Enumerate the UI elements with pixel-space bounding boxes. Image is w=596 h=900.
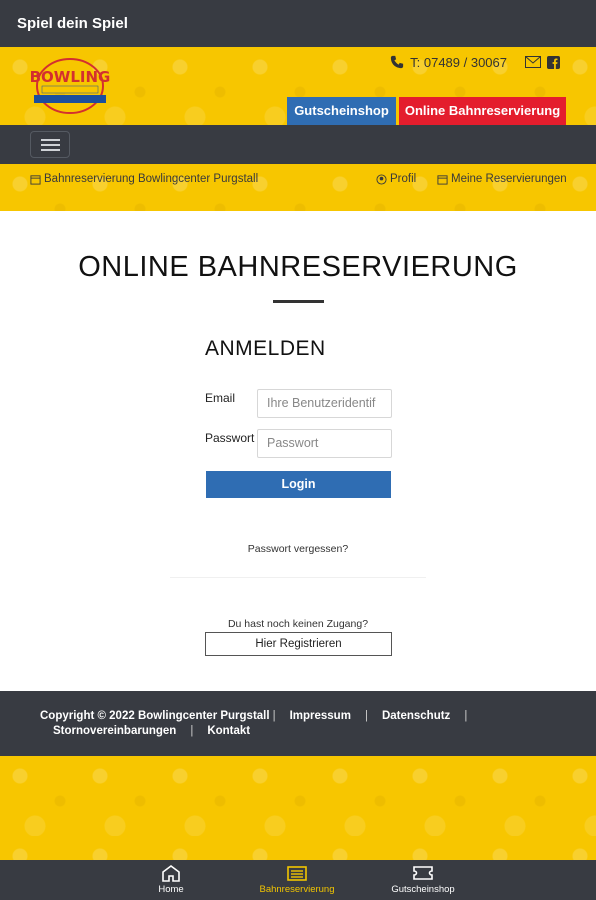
subnav-reservation-label: Bahnreservierung Bowlingcenter Purgstall <box>44 173 259 185</box>
imprint-link[interactable]: Impressum <box>290 710 351 722</box>
forgot-password-link[interactable]: Passwort vergessen? <box>0 543 596 555</box>
subnav-my-reservations-label: Meine Reservierungen <box>451 173 567 185</box>
bowling-logo[interactable]: BOWLING <box>28 57 112 115</box>
login-heading: ANMELDEN <box>205 337 326 360</box>
password-field[interactable]: Passwort <box>257 429 392 458</box>
hamburger-icon <box>41 139 60 141</box>
subnav-profile-label: Profil <box>390 173 417 185</box>
decorative-background <box>0 756 596 860</box>
online-reservation-button[interactable]: Online Bahnreservierung <box>399 97 566 125</box>
email-label: Email <box>205 391 236 405</box>
mail-icon[interactable] <box>525 56 541 68</box>
divider <box>170 577 426 578</box>
bottom-nav-reservation-label: Bahnreservierung <box>259 884 335 895</box>
privacy-link[interactable]: Datenschutz <box>382 710 450 722</box>
contact-bar: T: 07489 / 30067 <box>390 53 560 71</box>
bottom-nav-voucher[interactable]: Gutscheinshop <box>373 864 473 895</box>
sub-navigation: Bahnreservierung Bowlingcenter Purgstall… <box>0 164 596 211</box>
site-footer: Copyright © 2022 Bowlingcenter Purgstall… <box>0 691 596 756</box>
bottom-nav-home[interactable]: Home <box>121 864 221 895</box>
no-access-text: Du hast noch keinen Zugang? <box>227 618 369 630</box>
svg-text:BOWLING: BOWLING <box>30 68 111 86</box>
contact-link[interactable]: Kontakt <box>207 725 250 737</box>
bottom-nav-voucher-label: Gutscheinshop <box>391 884 455 895</box>
bottom-nav-home-label: Home <box>158 884 184 895</box>
register-button[interactable]: Hier Registrieren <box>205 632 392 656</box>
cancellation-policy-link[interactable]: Stornovereinbarungen <box>53 725 176 737</box>
main-navbar <box>0 125 596 164</box>
copyright-text: Copyright © 2022 Bowlingcenter Purgstall <box>40 710 270 722</box>
user-icon <box>376 173 387 185</box>
subnav-reservation-link[interactable]: Bahnreservierung Bowlingcenter Purgstall <box>30 173 258 185</box>
calendar-icon <box>30 174 41 185</box>
calendar-icon <box>437 174 448 185</box>
voucher-shop-button[interactable]: Gutscheinshop <box>287 97 396 125</box>
login-section: ONLINE BAHNRESERVIERUNG ANMELDEN Email I… <box>0 211 596 691</box>
email-field[interactable]: Ihre Benutzeridentif <box>257 389 392 418</box>
reservation-icon <box>287 866 307 881</box>
phone-number[interactable]: T: 07489 / 30067 <box>410 55 507 70</box>
facebook-icon[interactable] <box>547 55 560 69</box>
app-title: Spiel dein Spiel <box>0 0 596 47</box>
password-label: Passwort <box>205 431 255 445</box>
menu-toggle-button[interactable] <box>30 131 70 158</box>
subnav-profile-link[interactable]: Profil <box>376 173 416 185</box>
page-title: ONLINE BAHNRESERVIERUNG <box>78 251 518 283</box>
bottom-nav-reservation[interactable]: Bahnreservierung <box>247 864 347 895</box>
site-header: BOWLING T: 07489 / 30067 Gutscheinshop O… <box>0 47 596 125</box>
title-underline <box>273 300 324 303</box>
subnav-my-reservations-link[interactable]: Meine Reservierungen <box>437 173 567 185</box>
phone-icon <box>391 55 404 69</box>
bottom-navigation: Home Bahnreservierung Gutscheinshop <box>0 860 596 900</box>
home-icon <box>162 865 180 882</box>
login-button[interactable]: Login <box>206 471 391 498</box>
ticket-icon <box>413 866 433 880</box>
